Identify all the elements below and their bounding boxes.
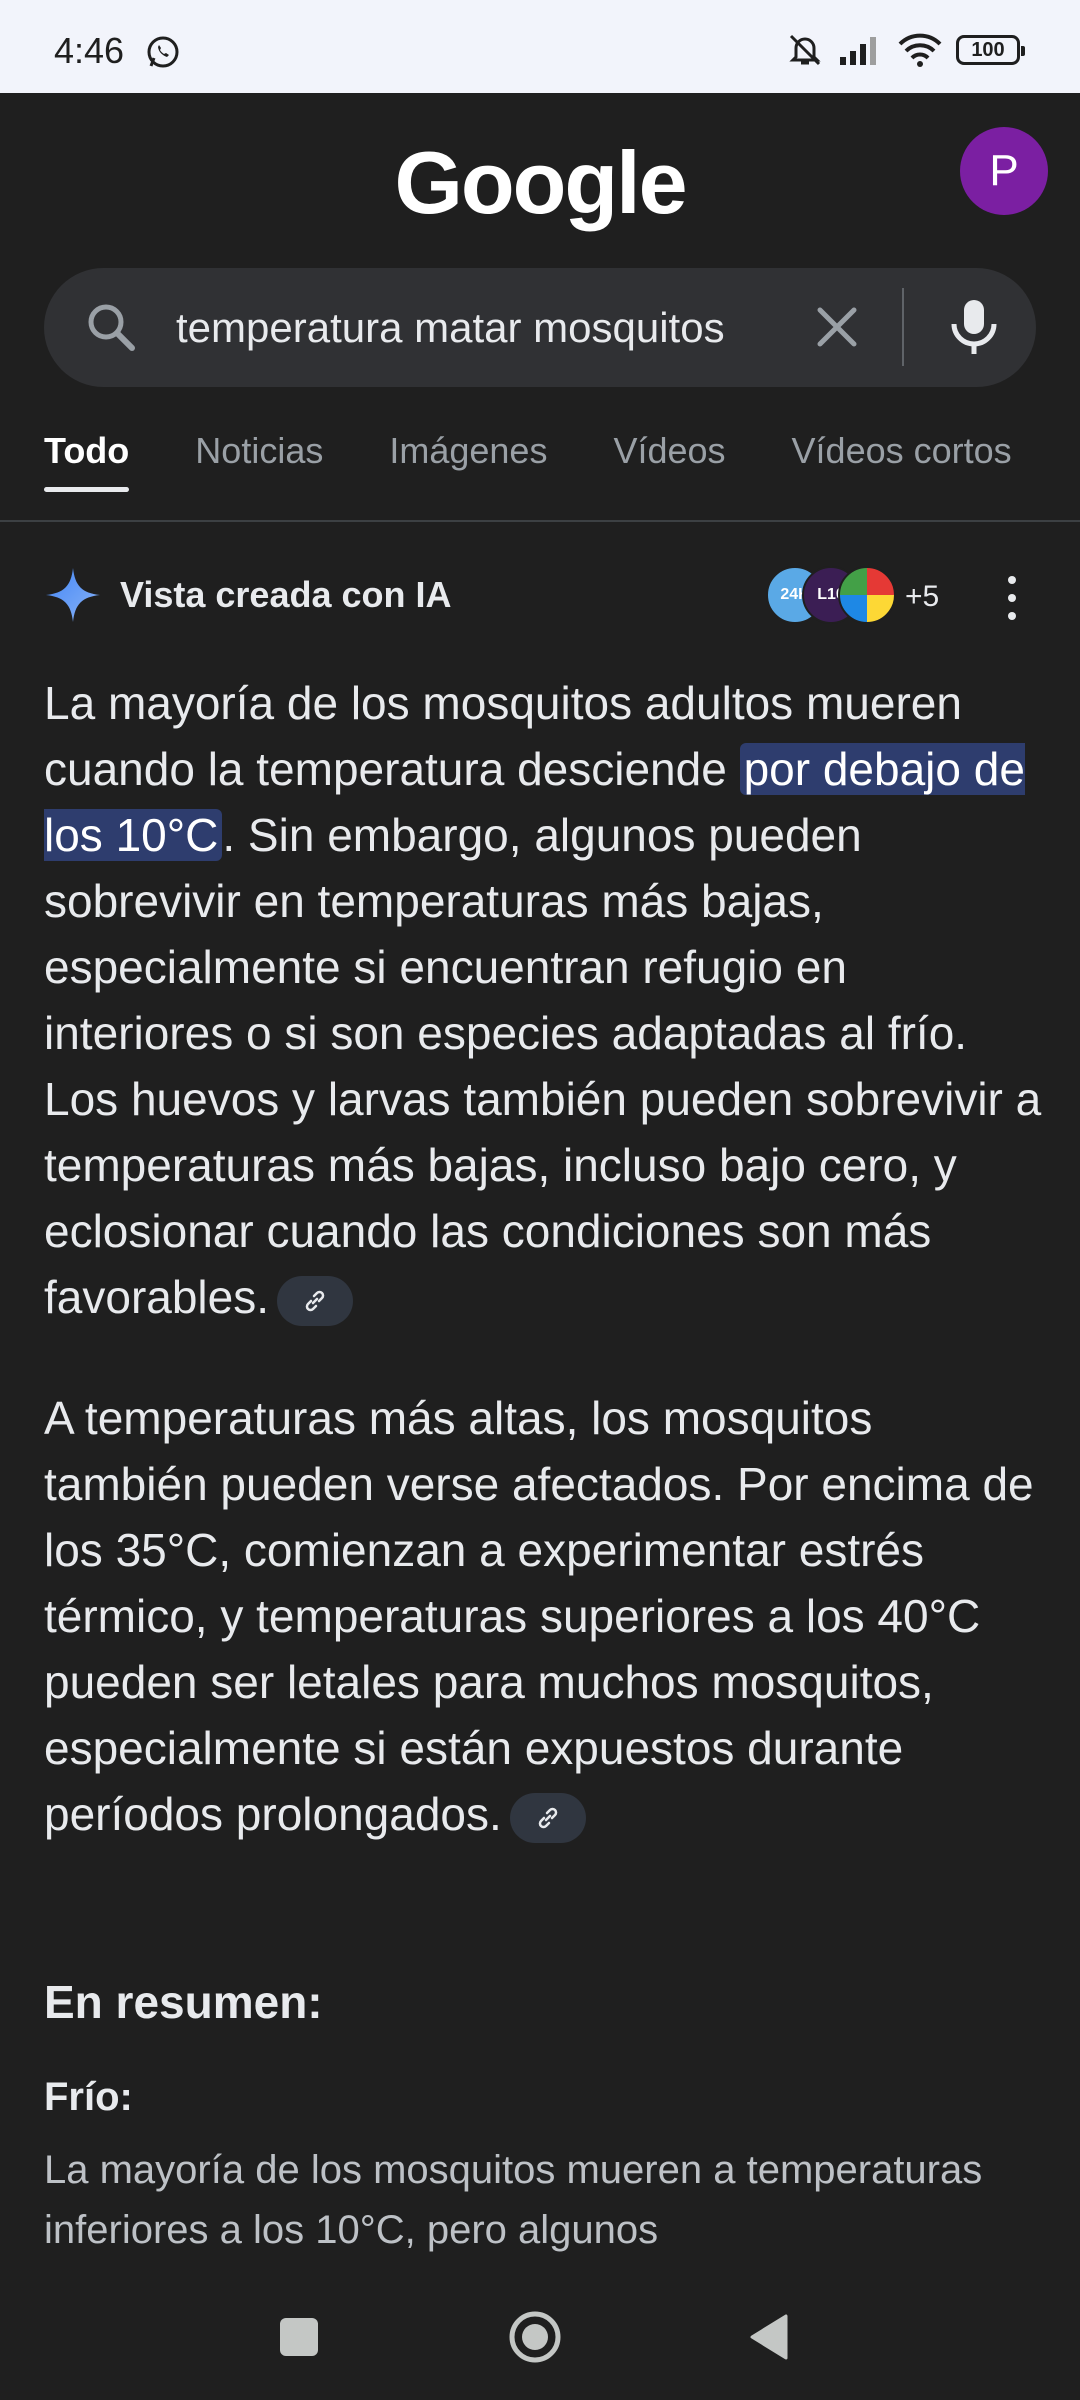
status-time: 4:46 bbox=[54, 30, 125, 71]
paragraph-1-text-after: . Sin embargo, algunos pueden sobrevivir… bbox=[44, 809, 1042, 1323]
link-icon bbox=[538, 1807, 558, 1829]
source-link-button[interactable] bbox=[277, 1275, 354, 1326]
tab-imagenes[interactable]: Imágenes bbox=[389, 430, 547, 492]
search-tabs: Todo Noticias Imágenes Vídeos Vídeos cor… bbox=[44, 430, 1012, 492]
summary-heading: En resumen: bbox=[44, 1976, 323, 2028]
microphone-icon[interactable] bbox=[944, 296, 1004, 358]
cold-label: Frío: bbox=[44, 2075, 133, 2119]
cold-text: La mayoría de los mosquitos mueren a tem… bbox=[44, 2148, 983, 2252]
link-icon bbox=[305, 1290, 325, 1312]
battery-level: 100 bbox=[971, 38, 1005, 61]
tabs-divider bbox=[0, 520, 1080, 522]
back-button[interactable] bbox=[748, 2312, 790, 2362]
ai-overview-title: Vista creada con IA bbox=[120, 574, 452, 615]
source-icons[interactable]: 24H L10 bbox=[766, 566, 906, 626]
source-link-button[interactable] bbox=[509, 1792, 586, 1843]
search-icon bbox=[88, 304, 135, 351]
status-bar: 4:46 100 bbox=[0, 0, 1080, 93]
battery-icon: 100 bbox=[956, 35, 1025, 65]
whatsapp-icon bbox=[147, 36, 179, 68]
avatar-letter: P bbox=[989, 146, 1019, 195]
sparkle-icon bbox=[46, 568, 100, 622]
source-colorful-icon bbox=[838, 566, 896, 624]
more-options-icon[interactable] bbox=[1000, 576, 1024, 620]
ai-paragraph-1: La mayoría de los mosquitos adultos muer… bbox=[44, 670, 1044, 1330]
recent-apps-button[interactable] bbox=[280, 2318, 318, 2356]
close-icon[interactable] bbox=[810, 300, 864, 354]
status-icons: 100 bbox=[786, 30, 1025, 70]
signal-icon bbox=[840, 37, 876, 65]
search-divider bbox=[902, 288, 904, 366]
avatar[interactable]: P bbox=[960, 127, 1048, 215]
tab-videos-cortos[interactable]: Vídeos cortos bbox=[792, 430, 1012, 492]
tab-todo[interactable]: Todo bbox=[44, 430, 130, 492]
search-bar[interactable]: temperatura matar mosquitos bbox=[44, 268, 1036, 387]
search-input[interactable]: temperatura matar mosquitos bbox=[176, 304, 816, 352]
tab-videos[interactable]: Vídeos bbox=[613, 430, 725, 492]
mute-icon bbox=[789, 34, 821, 66]
wifi-icon bbox=[898, 33, 942, 67]
paragraph-2-text: A temperaturas más altas, los mosquitos … bbox=[44, 1392, 1034, 1840]
google-logo[interactable]: Google bbox=[0, 132, 1080, 234]
home-button[interactable] bbox=[507, 2309, 563, 2365]
tab-noticias[interactable]: Noticias bbox=[195, 430, 323, 492]
ai-paragraph-2: A temperaturas más altas, los mosquitos … bbox=[44, 1385, 1044, 1847]
navigation-bar bbox=[0, 2262, 1080, 2400]
more-sources-count[interactable]: +5 bbox=[905, 580, 939, 614]
